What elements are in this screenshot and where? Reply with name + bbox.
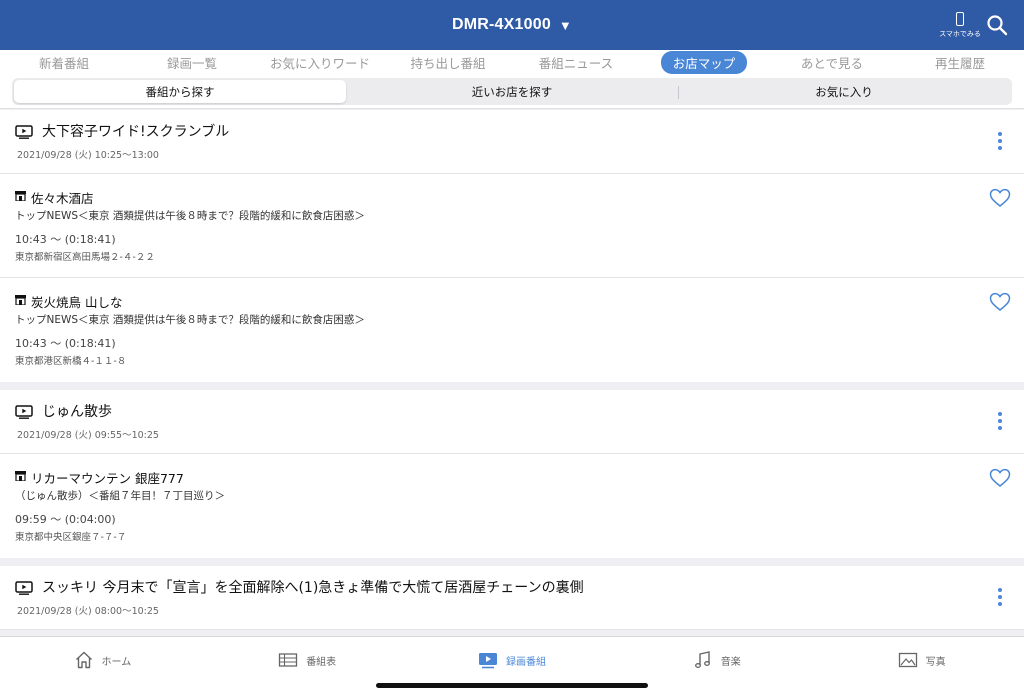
program-date: 2021/09/28 (火) 10:25～13:00 (17, 150, 159, 161)
device-selector[interactable]: DMR-4X1000 ▼ (0, 0, 1024, 50)
nav-recorded-programs-label: 録画番組 (505, 656, 546, 668)
segment-nearby-shops[interactable]: 近いお店を探す (346, 80, 678, 103)
nav-music[interactable]: 音楽 (614, 637, 819, 683)
program-shop-list: 大下容子ワイド!スクランブル 2021/09/28 (火) 10:25～13:0… (0, 110, 1024, 636)
nav-recorded-programs[interactable]: 録画番組 (410, 637, 615, 683)
nav-music-label: 音楽 (720, 656, 741, 668)
program-group: じゅん散歩 2021/09/28 (火) 09:55～10:25 リカーマウンテ… (0, 390, 1024, 558)
tab-playback-history[interactable]: 再生履歴 (896, 50, 1024, 74)
nav-program-guide-label: 番組表 (306, 656, 337, 668)
nav-photos[interactable]: 写真 (819, 637, 1024, 683)
main-tabs: 新着番組 録画一覧 お気に入りワード 持ち出し番組 番組ニュース お店マップ あ… (0, 50, 1024, 74)
shop-segment-desc: トップNEWS＜東京 酒類提供は午後８時まで？段階的緩和に飲食店困惑＞ (15, 210, 365, 222)
tv-program-icon (15, 405, 33, 419)
shop-row[interactable]: 佐々木酒店 トップNEWS＜東京 酒類提供は午後８時まで？段階的緩和に飲食店困惑… (0, 174, 1024, 278)
program-row[interactable]: 大下容子ワイド!スクランブル 2021/09/28 (火) 10:25～13:0… (0, 110, 1024, 174)
smartphone-icon (956, 12, 964, 26)
segment-favorites[interactable]: お気に入り (678, 80, 1010, 103)
program-date: 2021/09/28 (火) 09:55～10:25 (17, 430, 159, 441)
shop-icon (15, 191, 26, 201)
nav-home[interactable]: ホーム (0, 637, 205, 683)
music-icon (694, 651, 710, 668)
shop-time: 10:43 ～ (0:18:41) (15, 233, 116, 246)
nav-photos-label: 写真 (925, 656, 946, 668)
app-header: DMR-4X1000 ▼ スマホでみる (0, 0, 1024, 50)
program-row[interactable]: スッキリ 今月末で「宣言」を全面解除へ(1)急きょ準備で大慌て居酒屋チェーンの裏… (0, 566, 1024, 630)
tab-watch-later[interactable]: あとで見る (768, 50, 896, 74)
more-options-icon[interactable] (992, 586, 1008, 608)
photo-icon (898, 652, 917, 668)
program-date: 2021/09/28 (火) 08:00～10:25 (17, 606, 159, 617)
heart-icon[interactable] (989, 292, 1011, 312)
shop-name: 佐々木酒店 (31, 191, 94, 206)
tab-shop-map[interactable]: お店マップ (640, 50, 768, 74)
more-options-icon[interactable] (992, 130, 1008, 152)
shop-address: 東京都新宿区高田馬場２-４-２２ (15, 252, 155, 263)
shop-segment-desc: トップNEWS＜東京 酒類提供は午後８時まで？段階的緩和に飲食店困惑＞ (15, 314, 365, 326)
segment-search-by-program[interactable]: 番組から探す (14, 80, 346, 103)
tab-new-programs[interactable]: 新着番組 (0, 50, 128, 74)
shop-name: リカーマウンテン 銀座777 (31, 471, 184, 486)
program-row[interactable]: じゅん散歩 2021/09/28 (火) 09:55～10:25 (0, 390, 1024, 454)
program-title: スッキリ 今月末で「宣言」を全面解除へ(1)急きょ準備で大慌て居酒屋チェーンの裏… (42, 580, 584, 596)
shop-icon (15, 471, 26, 481)
home-indicator[interactable] (376, 683, 648, 688)
nav-program-guide[interactable]: 番組表 (205, 637, 410, 683)
play-icon (478, 653, 497, 669)
program-group: スッキリ 今月末で「宣言」を全面解除へ(1)急きょ準備で大慌て居酒屋チェーンの裏… (0, 566, 1024, 630)
shop-address: 東京都中央区銀座７-７-７ (15, 532, 127, 543)
tab-takeout-programs[interactable]: 持ち出し番組 (384, 50, 512, 74)
program-group: 大下容子ワイド!スクランブル 2021/09/28 (火) 10:25～13:0… (0, 110, 1024, 382)
nav-home-label: ホーム (101, 656, 132, 668)
smartphone-view-label: スマホでみる (939, 31, 981, 38)
grid-icon (279, 653, 298, 667)
program-title: 大下容子ワイド!スクランブル (42, 124, 230, 140)
shop-icon (15, 295, 26, 305)
home-icon (75, 651, 92, 669)
shop-time: 09:59 ～ (0:04:00) (15, 513, 116, 526)
search-icon[interactable] (986, 14, 1008, 36)
tab-program-news[interactable]: 番組ニュース (512, 50, 640, 74)
program-title: じゅん散歩 (42, 404, 112, 420)
segmented-control: 番組から探す 近いお店を探す お気に入り (12, 78, 1012, 105)
shop-time: 10:43 ～ (0:18:41) (15, 337, 116, 350)
shop-row[interactable]: リカーマウンテン 銀座777 （じゅん散歩）＜番組７年目！７丁目巡り＞ 09:5… (0, 454, 1024, 558)
shop-segment-desc: （じゅん散歩）＜番組７年目！７丁目巡り＞ (15, 490, 225, 502)
device-name: DMR-4X1000 (451, 16, 551, 33)
smartphone-view-button[interactable]: スマホでみる (939, 10, 981, 44)
shop-name: 炭火焼鳥 山しな (31, 295, 123, 310)
segmented-control-bar: 番組から探す 近いお店を探す お気に入り (0, 74, 1024, 109)
tv-program-icon (15, 581, 33, 595)
more-options-icon[interactable] (992, 410, 1008, 432)
shop-address: 東京都港区新橋４-１１-８ (15, 356, 127, 367)
caret-down-icon: ▼ (558, 17, 572, 33)
tv-program-icon (15, 125, 33, 139)
shop-row[interactable]: 炭火焼鳥 山しな トップNEWS＜東京 酒類提供は午後８時まで？段階的緩和に飲食… (0, 278, 1024, 382)
heart-icon[interactable] (989, 188, 1011, 208)
tab-favorite-words[interactable]: お気に入りワード (256, 50, 384, 74)
heart-icon[interactable] (989, 468, 1011, 488)
tab-recordings[interactable]: 録画一覧 (128, 50, 256, 74)
